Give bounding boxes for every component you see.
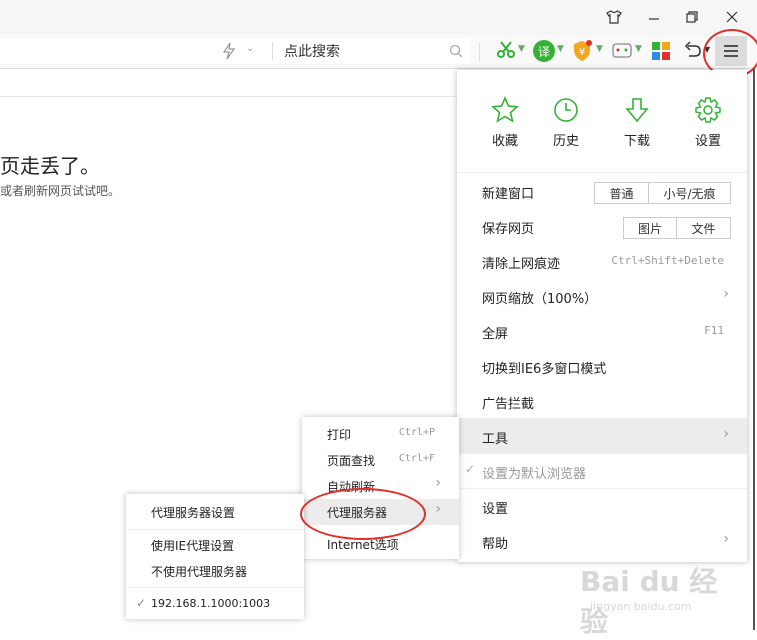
menu-item-zoom[interactable]: 网页缩放（100%） › [457,279,747,314]
submenu-item-proxy-address[interactable]: ✓ 192.168.1.1000:1003 [126,591,304,617]
divider [457,172,747,173]
menu-item-label: 代理服务器设置 [151,506,236,520]
chevron-down-icon[interactable]: ▼ [518,44,525,54]
settings-label: 设置 [694,134,721,149]
menu-item-label: 保存网页 [482,222,535,237]
watermark: Bai du 经验 jingyan.baidu.com [580,560,730,638]
search-input[interactable]: 点此搜索 [284,41,340,61]
menu-item-label: 网页缩放（100%） [482,292,598,307]
menu-item-label: 不使用代理服务器 [151,565,248,579]
menu-item-help[interactable]: 帮助 › [457,524,747,559]
star-icon [485,90,525,130]
svg-text:¥: ¥ [579,47,585,58]
chevron-right-icon: › [723,426,729,442]
menu-item-label: 新建窗口 [482,187,535,202]
translate-icon[interactable]: 译 [533,40,555,62]
divider [126,587,304,588]
favorites-label: 收藏 [491,134,518,149]
apps-grid-icon[interactable] [651,41,671,65]
settings-action[interactable]: 设置 [678,90,738,149]
menu-item-label: 切换到IE6多窗口模式 [482,362,607,377]
history-label: 历史 [552,134,579,149]
error-title: 页走丢了。 [0,154,100,178]
chevron-right-icon: › [723,531,729,547]
favorites-action[interactable]: 收藏 [475,90,535,149]
proxy-submenu: 代理服务器设置 使用IE代理设置 不使用代理服务器 ✓ 192.168.1.10… [126,494,304,619]
save-as-image-button[interactable]: 图片 [624,218,676,238]
menu-item-tools[interactable]: 工具 › [457,419,747,454]
chevron-right-icon: › [435,475,441,491]
submenu-item-no-proxy[interactable]: 不使用代理服务器 [126,558,304,584]
menu-item-ad-block[interactable]: 广告拦截 [457,384,747,419]
minimize-icon[interactable] [644,8,664,26]
watermark-url: jingyan.baidu.com [590,600,692,613]
shortcut-label: Ctrl+Shift+Delete [611,254,724,267]
new-window-normal-button[interactable]: 普通 [595,183,648,203]
window-border [753,68,755,630]
new-window-incognito-button[interactable]: 小号/无痕 [648,183,730,203]
menu-item-label: 打印 [327,428,352,442]
menu-item-set-default[interactable]: ✓ 设置为默认浏览器 [457,454,747,489]
menu-item-ie6-mode[interactable]: 切换到IE6多窗口模式 [457,349,747,384]
divider [272,42,273,60]
chevron-right-icon: › [435,501,441,517]
chevron-down-icon[interactable]: ▼ [596,44,603,54]
chevron-down-icon[interactable]: ▼ [635,44,642,54]
checkmark-icon: ✓ [465,462,476,476]
save-as-file-button[interactable]: 文件 [676,218,730,238]
gear-icon [688,90,728,130]
history-action[interactable]: 历史 [536,90,596,149]
menu-item-label: 工具 [482,432,509,447]
lightning-icon[interactable] [222,42,236,64]
chevron-down-icon[interactable]: ▼ [557,44,564,54]
submenu-item-use-ie-proxy[interactable]: 使用IE代理设置 [126,532,304,558]
shirt-icon[interactable] [604,8,624,26]
chevron-right-icon: › [723,286,729,302]
divider [126,529,304,530]
checkmark-icon: ✓ [136,596,147,610]
menu-item-label: 帮助 [482,537,509,552]
shield-icon[interactable]: ¥ [572,40,592,66]
submenu-item-print[interactable]: 打印 Ctrl+P [302,421,459,447]
menu-item-label: 设置 [482,502,509,517]
menu-item-fullscreen[interactable]: 全屏 F11 [457,314,747,349]
scissors-icon[interactable] [496,40,516,64]
downloads-label: 下载 [623,134,650,149]
shortcut-label: Ctrl+P [398,427,435,438]
save-page-options: 图片 文件 [623,217,731,239]
downloads-action[interactable]: 下载 [607,90,667,149]
menu-item-label: 设置为默认浏览器 [482,467,587,482]
menu-item-new-window: 新建窗口 普通 小号/无痕 [457,174,747,209]
download-arrow-icon [617,90,657,130]
shortcut-label: Ctrl+F [398,453,435,464]
shortcut-label: F11 [704,324,724,337]
menu-item-label: 页面查找 [327,454,376,468]
menu-item-clear-traces[interactable]: 清除上网痕迹 Ctrl+Shift+Delete [457,244,747,279]
menu-item-label: 192.168.1.1000:1003 [151,597,271,610]
menu-item-label: 清除上网痕迹 [482,257,561,272]
divider [0,96,457,97]
close-icon[interactable] [722,8,742,26]
clock-icon [546,90,586,130]
menu-item-label: 广告拦截 [482,397,535,412]
menu-item-save-page: 保存网页 图片 文件 [457,209,747,244]
search-icon[interactable] [449,43,463,62]
menu-item-label: 全屏 [482,327,509,342]
divider [479,42,480,62]
restore-icon[interactable] [682,8,702,26]
submenu-item-proxy-settings[interactable]: 代理服务器设置 [126,499,304,525]
menu-item-label: 使用IE代理设置 [151,539,235,553]
main-menu: 收藏 历史 下载 设置 新建窗口 普通 小号/无痕 保存网页 图片 文件 清除上 [457,70,747,562]
submenu-item-find[interactable]: 页面查找 Ctrl+F [302,447,459,473]
annotation-circle [300,488,426,540]
undo-icon[interactable] [683,40,703,64]
error-subtitle: 或者刷新网页试试吧。 [0,184,121,198]
new-window-options: 普通 小号/无痕 [594,182,731,204]
gamepad-icon[interactable] [611,41,633,65]
menu-item-settings[interactable]: 设置 [457,489,747,524]
chevron-down-icon[interactable]: ⌄ [246,43,254,54]
